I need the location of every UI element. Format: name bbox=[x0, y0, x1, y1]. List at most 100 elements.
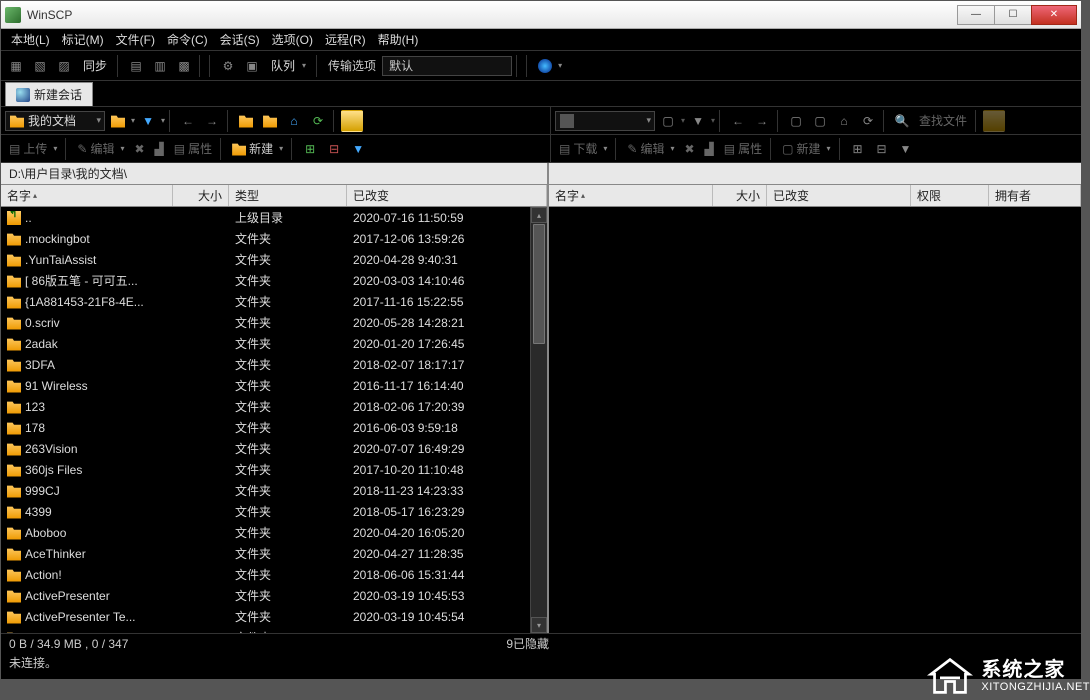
col-changed[interactable]: 已改变 bbox=[347, 185, 547, 206]
scroll-down-icon[interactable]: ▾ bbox=[531, 617, 547, 633]
download-button[interactable]: ▤下载 bbox=[555, 138, 611, 159]
table-row[interactable]: 360js Files文件夹2017-10-20 11:10:48 bbox=[1, 459, 547, 480]
toolbar-icon[interactable]: ▨ bbox=[53, 55, 75, 77]
col-changed[interactable]: 已改变 bbox=[767, 185, 911, 206]
table-row[interactable]: 999CJ文件夹2018-11-23 14:23:33 bbox=[1, 480, 547, 501]
props-button[interactable]: ▤属性 bbox=[170, 138, 216, 159]
scroll-thumb[interactable] bbox=[533, 224, 545, 344]
table-row[interactable]: [ 86版五笔 - 可可五...文件夹2020-03-03 14:10:46 bbox=[1, 270, 547, 291]
plus-icon[interactable]: ⊞ bbox=[299, 138, 321, 160]
transfer-select[interactable]: 默认 bbox=[382, 56, 512, 76]
remote-breadcrumb[interactable] bbox=[549, 163, 1081, 185]
bookmark-icon[interactable] bbox=[341, 110, 363, 132]
menu-item[interactable]: 选项(O) bbox=[266, 29, 319, 50]
minus-icon[interactable]: ⊟ bbox=[323, 138, 345, 160]
back-icon[interactable]: ← bbox=[177, 110, 199, 132]
filter-icon[interactable]: ▼ bbox=[687, 110, 709, 132]
local-breadcrumb[interactable]: D:\用户目录\我的文档\ bbox=[1, 163, 549, 185]
bookmark-icon[interactable] bbox=[983, 110, 1005, 132]
toolbar-icon[interactable]: ▦ bbox=[5, 55, 27, 77]
table-row[interactable]: ActivePresenter文件夹2020-03-19 10:45:53 bbox=[1, 585, 547, 606]
scroll-up-icon[interactable]: ▴ bbox=[531, 207, 547, 223]
rename-icon[interactable]: ▟ bbox=[151, 140, 168, 158]
queue-button[interactable]: 队列 bbox=[265, 55, 312, 76]
edit-button[interactable]: ✎编辑 bbox=[623, 138, 678, 159]
find-icon[interactable]: 🔍 bbox=[891, 110, 913, 132]
col-owner[interactable]: 拥有者 bbox=[989, 185, 1081, 206]
table-row[interactable]: Add-in-Express文件夹2019-07-05 15:08:22 bbox=[1, 627, 547, 633]
remote-path-combo[interactable] bbox=[555, 111, 655, 131]
new-button[interactable]: ▢新建 bbox=[778, 138, 834, 159]
col-name[interactable]: 名字▴ bbox=[549, 185, 713, 206]
refresh-icon[interactable]: ⟳ bbox=[307, 110, 329, 132]
delete-icon[interactable]: ✖ bbox=[130, 140, 148, 158]
menu-item[interactable]: 命令(C) bbox=[161, 29, 214, 50]
table-row[interactable]: Action!文件夹2018-06-06 15:31:44 bbox=[1, 564, 547, 585]
table-row[interactable]: AceThinker文件夹2020-04-27 11:28:35 bbox=[1, 543, 547, 564]
toolbar-icon[interactable]: ▩ bbox=[173, 55, 195, 77]
table-row[interactable]: 123文件夹2018-02-06 17:20:39 bbox=[1, 396, 547, 417]
table-row[interactable]: 0.scriv文件夹2020-05-28 14:28:21 bbox=[1, 312, 547, 333]
table-row[interactable]: ..上级目录2020-07-16 11:50:59 bbox=[1, 207, 547, 228]
refresh-icon[interactable]: ⟳ bbox=[857, 110, 879, 132]
home-icon[interactable]: ⌂ bbox=[283, 110, 305, 132]
filter-toggle-icon[interactable]: ▼ bbox=[347, 138, 369, 160]
table-row[interactable]: 263Vision文件夹2020-07-07 16:49:29 bbox=[1, 438, 547, 459]
local-path-combo[interactable]: 我的文档 bbox=[5, 111, 105, 131]
toolbar-icon[interactable]: ▥ bbox=[149, 55, 171, 77]
globe-icon[interactable] bbox=[534, 55, 556, 77]
toolbar-icon[interactable]: ▣ bbox=[241, 55, 263, 77]
table-row[interactable]: 3DFA文件夹2018-02-07 18:17:17 bbox=[1, 354, 547, 375]
table-row[interactable]: Aboboo文件夹2020-04-20 16:05:20 bbox=[1, 522, 547, 543]
remote-file-list[interactable] bbox=[549, 207, 1081, 633]
rename-icon[interactable]: ▟ bbox=[701, 140, 718, 158]
menu-item[interactable]: 帮助(H) bbox=[372, 29, 425, 50]
props-button[interactable]: ▤属性 bbox=[720, 138, 766, 159]
find-files-button[interactable]: 查找文件 bbox=[915, 110, 971, 131]
col-size[interactable]: 大小 bbox=[173, 185, 229, 206]
tab-new-session[interactable]: 新建会话 bbox=[5, 82, 93, 106]
toolbar-icon[interactable]: ▤ bbox=[125, 55, 147, 77]
col-name[interactable]: 名字▴ bbox=[1, 185, 173, 206]
col-perms[interactable]: 权限 bbox=[911, 185, 989, 206]
root-folder-icon[interactable] bbox=[259, 110, 281, 132]
table-row[interactable]: .YunTaiAssist文件夹2020-04-28 9:40:31 bbox=[1, 249, 547, 270]
table-row[interactable]: 4399文件夹2018-05-17 16:23:29 bbox=[1, 501, 547, 522]
sync-button[interactable]: 同步 bbox=[77, 55, 113, 76]
gear-icon[interactable]: ⚙ bbox=[217, 55, 239, 77]
open-folder-icon[interactable] bbox=[107, 110, 129, 132]
minus-icon[interactable]: ⊟ bbox=[871, 138, 893, 160]
close-button[interactable]: ✕ bbox=[1031, 5, 1077, 25]
menu-item[interactable]: 本地(L) bbox=[5, 29, 56, 50]
local-file-list[interactable]: ..上级目录2020-07-16 11:50:59.mockingbot文件夹2… bbox=[1, 207, 547, 633]
menu-item[interactable]: 远程(R) bbox=[319, 29, 372, 50]
minimize-button[interactable]: — bbox=[957, 5, 995, 25]
forward-icon[interactable]: → bbox=[751, 110, 773, 132]
scrollbar[interactable]: ▴ ▾ bbox=[530, 207, 547, 633]
home-icon[interactable]: ⌂ bbox=[833, 110, 855, 132]
maximize-button[interactable]: ☐ bbox=[994, 5, 1032, 25]
plus-icon[interactable]: ⊞ bbox=[847, 138, 869, 160]
table-row[interactable]: 178文件夹2016-06-03 9:59:18 bbox=[1, 417, 547, 438]
delete-icon[interactable]: ✖ bbox=[680, 140, 698, 158]
menu-item[interactable]: 标记(M) bbox=[56, 29, 110, 50]
parent-folder-icon[interactable]: ▢ bbox=[785, 110, 807, 132]
table-row[interactable]: 91 Wireless文件夹2016-11-17 16:14:40 bbox=[1, 375, 547, 396]
col-type[interactable]: 类型 bbox=[229, 185, 347, 206]
parent-folder-icon[interactable] bbox=[235, 110, 257, 132]
root-folder-icon[interactable]: ▢ bbox=[809, 110, 831, 132]
edit-button[interactable]: ✎编辑 bbox=[73, 138, 128, 159]
filter-toggle-icon[interactable]: ▼ bbox=[895, 138, 917, 160]
new-button[interactable]: 新建 bbox=[228, 138, 287, 159]
menu-item[interactable]: 会话(S) bbox=[214, 29, 266, 50]
table-row[interactable]: 2adak文件夹2020-01-20 17:26:45 bbox=[1, 333, 547, 354]
back-icon[interactable]: ← bbox=[727, 110, 749, 132]
forward-icon[interactable]: → bbox=[201, 110, 223, 132]
menu-item[interactable]: 文件(F) bbox=[110, 29, 161, 50]
open-folder-icon[interactable]: ▢ bbox=[657, 110, 679, 132]
table-row[interactable]: .mockingbot文件夹2017-12-06 13:59:26 bbox=[1, 228, 547, 249]
table-row[interactable]: {1A881453-21F8-4E...文件夹2017-11-16 15:22:… bbox=[1, 291, 547, 312]
table-row[interactable]: ActivePresenter Te...文件夹2020-03-19 10:45… bbox=[1, 606, 547, 627]
col-size[interactable]: 大小 bbox=[713, 185, 767, 206]
toolbar-icon[interactable]: ▧ bbox=[29, 55, 51, 77]
